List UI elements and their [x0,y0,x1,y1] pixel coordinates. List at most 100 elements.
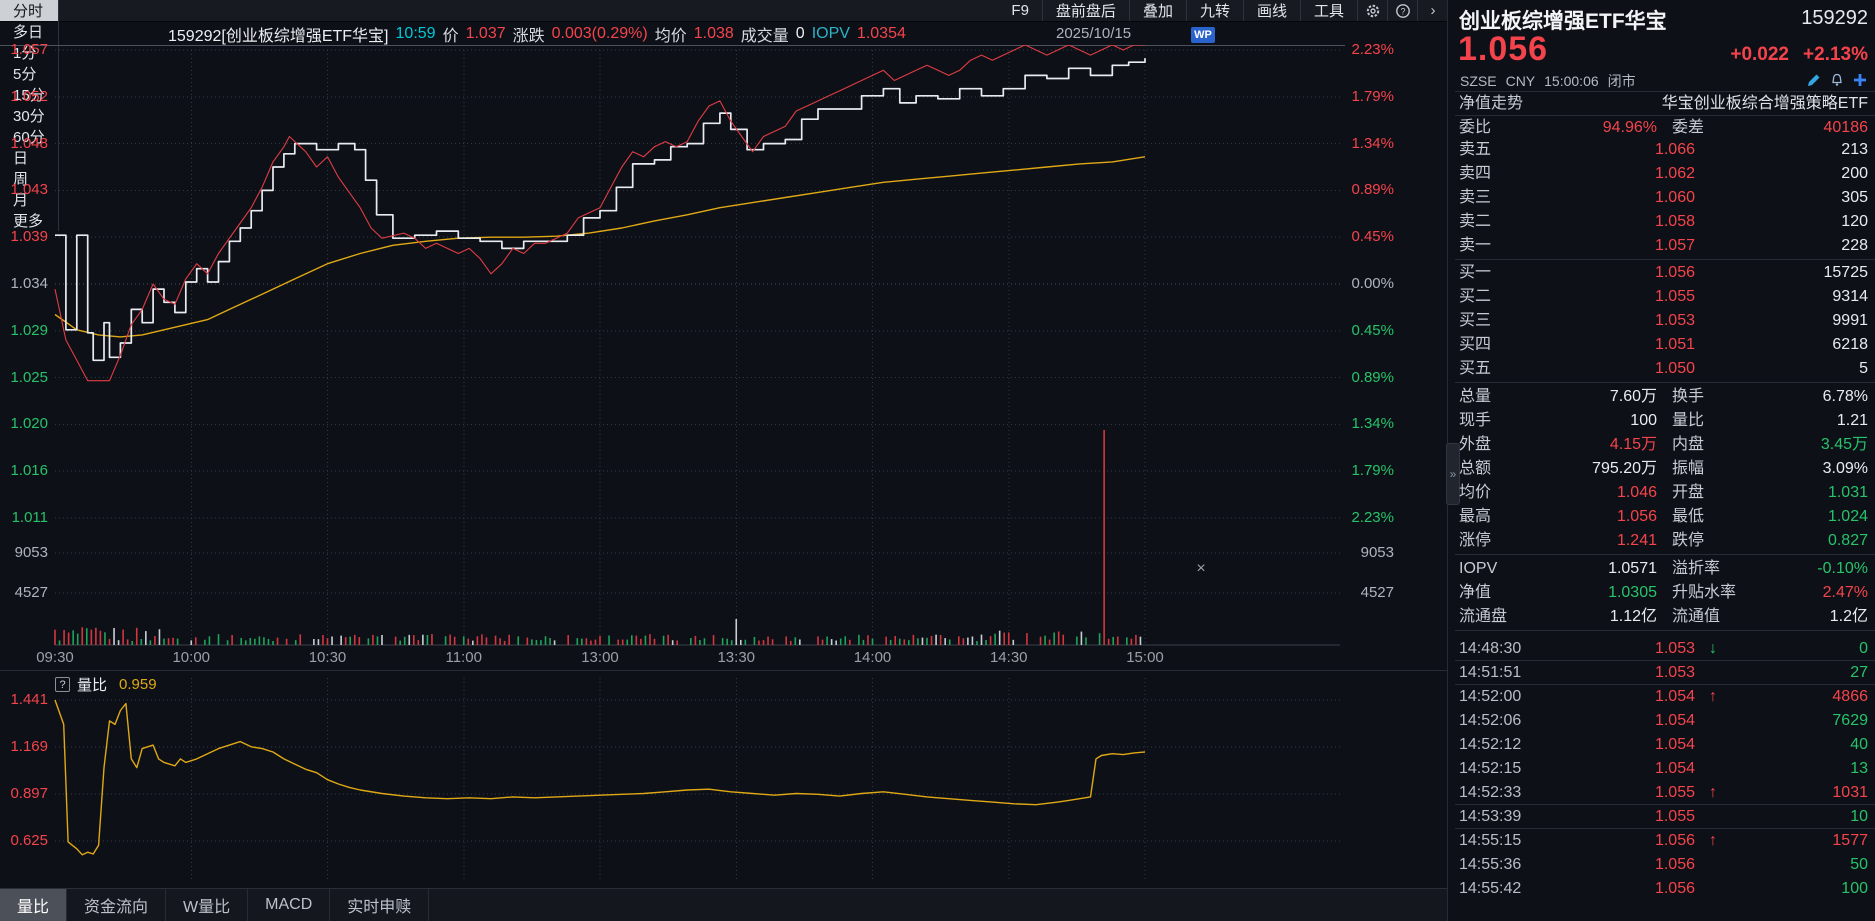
settings-gear-icon[interactable] [1358,0,1388,21]
nav-stats-row[interactable]: 净值1.0305升贴水率2.47% [1459,581,1868,605]
transaction-row[interactable]: 14:51:511.05327 [1459,661,1868,685]
level-price: 1.057 [1655,234,1695,258]
transaction-row[interactable]: 14:55:421.056100 [1459,877,1868,901]
volume-axis-label: 9053 [0,544,48,562]
indicator-tab-资金流向[interactable]: 资金流向 [67,889,166,921]
volume-bar [427,635,429,645]
volume-bar [381,635,383,645]
down-arrow-icon: ↓ [1709,637,1725,661]
volume-bar [263,637,265,645]
add-plus-icon[interactable] [1852,72,1868,88]
percent-axis-label: 0.00% [1346,275,1394,293]
volume-bar [631,635,633,645]
volume-bar [227,640,229,645]
toolbar-item-工具[interactable]: 工具 [1301,0,1358,21]
field-value: 2.47% [1823,581,1868,605]
level-price: 1.066 [1655,138,1695,162]
toolbar-item-分时[interactable]: 分时 [0,0,59,21]
transaction-row[interactable]: 14:52:061.0547629 [1459,709,1868,733]
transaction-row[interactable]: 14:55:151.056↑1577 [1459,829,1868,853]
transaction-row[interactable]: 14:52:151.05413 [1459,757,1868,781]
volume-bar [899,639,901,645]
transaction-volume: 1577 [1832,829,1868,853]
nav-stats-row[interactable]: 流通盘1.12亿流通值1.2亿 [1459,605,1868,629]
bid-row-3[interactable]: 买三1.0539991 [1459,309,1868,333]
panel-expander-handle[interactable]: » [1446,443,1460,505]
ask-row-3[interactable]: 卖三1.060305 [1459,186,1868,210]
stats-row[interactable]: 涨停1.241跌停0.827 [1459,529,1868,553]
volume-bar [958,636,960,645]
ask-row-1[interactable]: 卖一1.057228 [1459,234,1868,258]
level-price: 1.050 [1655,357,1695,381]
transaction-row[interactable]: 14:52:121.05440 [1459,733,1868,757]
level-label: 卖三 [1459,186,1491,210]
stats-row[interactable]: 总量7.60万换手6.78% [1459,385,1868,409]
volume-bar [794,637,796,645]
nav-trend-row[interactable]: 净值走势华宝创业板综合增强策略ETF [1459,92,1868,116]
commission-ratio-row[interactable]: 委比94.96%委差40186 [1459,116,1868,140]
alert-bell-icon[interactable] [1829,72,1845,88]
volume-bar [963,638,965,645]
volume-bar [745,640,747,645]
stats-row[interactable]: 现手100量比1.21 [1459,409,1868,433]
nav-stats-row[interactable]: IOPV1.0571溢折率-0.10% [1459,557,1868,581]
transactions-divider [1455,630,1875,631]
transaction-row[interactable]: 14:52:331.055↑1031 [1459,781,1868,805]
toolbar-item-叠加[interactable]: 叠加 [1130,0,1187,21]
volume-bar [972,636,974,645]
stats-nav-divider [1455,554,1875,555]
volume-bar [472,641,474,645]
stats-row[interactable]: 最高1.056最低1.024 [1459,505,1868,529]
volume-bar [172,638,174,645]
toolbar-item-九转[interactable]: 九转 [1187,0,1244,21]
edit-pencil-icon[interactable] [1806,72,1822,88]
close-subchart-icon[interactable]: × [1192,560,1210,578]
transaction-row[interactable]: 14:53:391.05510 [1459,805,1868,829]
price-axis-label: 1.034 [0,275,48,293]
help-icon[interactable]: ? [1388,0,1418,21]
toolbar-item-画线[interactable]: 画线 [1244,0,1301,21]
field-value: 1.21 [1837,409,1868,433]
volume-bar [331,637,333,645]
indicator-tab-实时申赎[interactable]: 实时申赎 [330,889,429,921]
ask-row-2[interactable]: 卖二1.058120 [1459,210,1868,234]
info-price-value: 1.037 [466,25,506,43]
bid-row-2[interactable]: 买二1.0559314 [1459,285,1868,309]
stats-row[interactable]: 总额795.20万振幅3.09% [1459,457,1868,481]
transaction-row[interactable]: 14:55:361.05650 [1459,853,1868,877]
bid-row-1[interactable]: 买一1.05615725 [1459,261,1868,285]
chevron-right-icon[interactable]: › [1418,0,1448,21]
indicator-tab-MACD[interactable]: MACD [248,889,330,921]
intraday-price-chart[interactable] [0,45,1345,670]
volume-bar [431,634,433,645]
percent-axis-label: 0.45% [1346,228,1394,246]
currency-label: CNY [1506,73,1536,89]
level-label: 买三 [1459,309,1491,333]
volume-bar [231,635,233,645]
toolbar-item-F9[interactable]: F9 [998,0,1043,21]
market-meta: SZSECNY15:00:06闭市 [1460,71,1645,91]
stats-row[interactable]: 外盘4.15万内盘3.45万 [1459,433,1868,457]
toolbar-item-盘前盘后[interactable]: 盘前盘后 [1043,0,1130,21]
stats-row[interactable]: 均价1.046开盘1.031 [1459,481,1868,505]
ask-row-4[interactable]: 卖四1.062200 [1459,162,1868,186]
volume-ratio-chart[interactable] [0,670,1345,888]
field-value: 1.12亿 [1610,605,1657,629]
bid-row-5[interactable]: 买五1.0505 [1459,357,1868,381]
volume-bar [1103,430,1105,645]
volume-bar [617,640,619,645]
indicator-tab-W量比[interactable]: W量比 [166,889,248,921]
field-label: 净值 [1459,581,1491,605]
transaction-time: 14:51:51 [1459,661,1521,685]
volume-bar [735,619,737,645]
indicator-tab-量比[interactable]: 量比 [0,889,67,921]
volume-bar [299,634,301,645]
transaction-row[interactable]: 14:48:301.053↓0 [1459,637,1868,661]
info-change-label: 涨跌 [513,22,545,46]
ask-row-5[interactable]: 卖五1.066213 [1459,138,1868,162]
volume-bar [268,639,270,645]
bid-row-4[interactable]: 买四1.0516218 [1459,333,1868,357]
transaction-row[interactable]: 14:52:001.054↑4866 [1459,685,1868,709]
price-axis-label: 1.029 [0,322,48,340]
volume-bar [731,640,733,645]
